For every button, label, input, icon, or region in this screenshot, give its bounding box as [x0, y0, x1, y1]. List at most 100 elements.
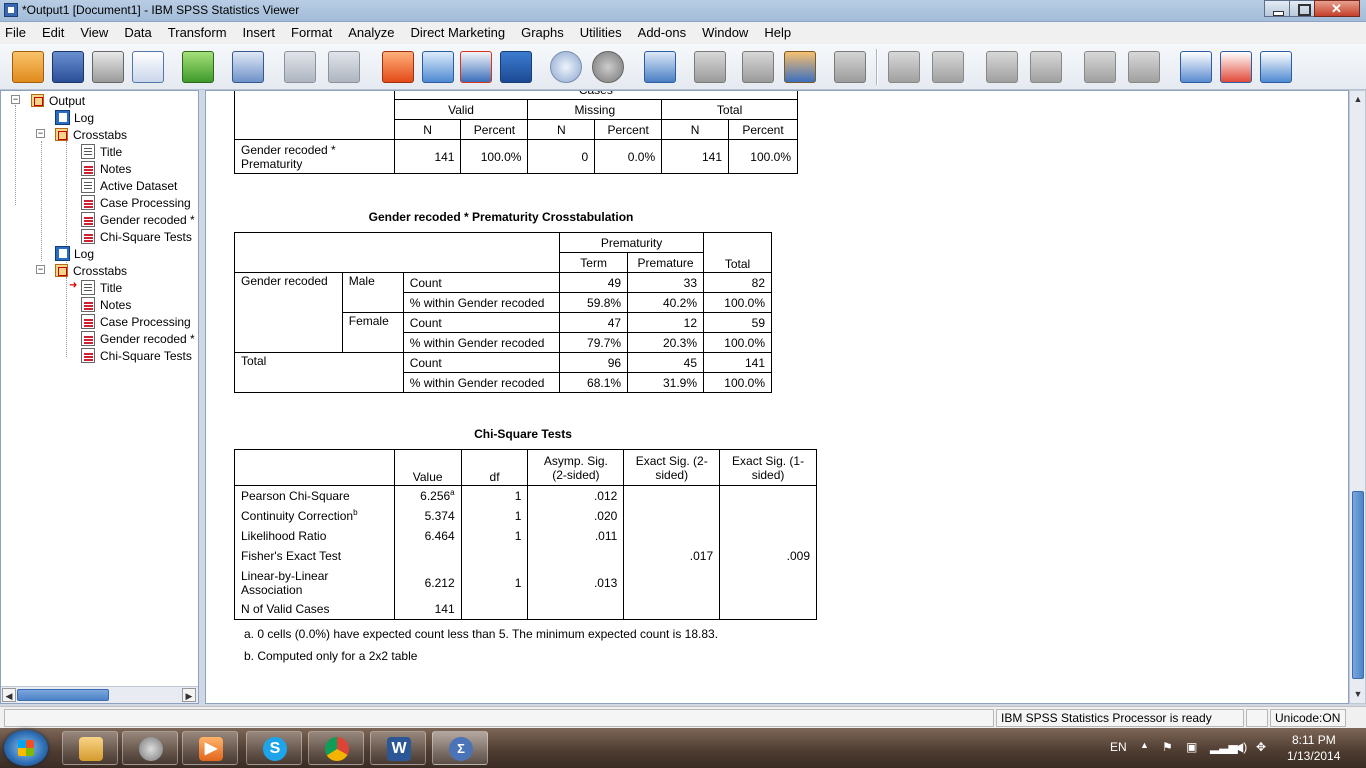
tree-log-1[interactable]: Log	[55, 109, 94, 126]
word-icon: W	[387, 737, 411, 761]
device-icon[interactable]: ▣	[1186, 740, 1197, 754]
scripting-icon[interactable]	[644, 51, 676, 83]
scroll-left-arrow-icon[interactable]: ◀	[2, 688, 16, 702]
menu-data[interactable]: Data	[116, 22, 159, 44]
goto-case-icon[interactable]	[382, 51, 414, 83]
ct-male-label: Male	[341, 272, 404, 313]
insert-title-icon[interactable]	[1220, 51, 1252, 83]
collapse-icon[interactable]	[1030, 51, 1062, 83]
menu-direct-marketing[interactable]: Direct Marketing	[402, 22, 513, 44]
close-button[interactable]	[1314, 0, 1360, 17]
current-item-arrow-icon: ➜	[69, 280, 78, 291]
tree-c1-case-processing[interactable]: Case Processing	[81, 194, 191, 211]
tree-c1-active-dataset[interactable]: Active Dataset	[81, 177, 177, 194]
open-icon[interactable]	[12, 51, 44, 83]
ct-stat-label: % within Gender recoded	[402, 292, 561, 313]
menu-edit[interactable]: Edit	[34, 22, 72, 44]
tree-crosstabs-1[interactable]: Crosstabs	[55, 126, 127, 143]
expand-icon[interactable]	[986, 51, 1018, 83]
outline-promote-icon[interactable]	[694, 51, 726, 83]
taskbar-spss[interactable]: Σ	[432, 731, 488, 765]
outline-demote-icon[interactable]	[742, 51, 774, 83]
volume-icon[interactable]: ◀)	[1234, 740, 1247, 754]
back-icon[interactable]	[888, 51, 920, 83]
save-icon[interactable]	[52, 51, 84, 83]
menu-view[interactable]: View	[72, 22, 116, 44]
cs-cell: .013	[527, 565, 625, 600]
scroll-thumb[interactable]	[1352, 491, 1364, 679]
action-center-icon[interactable]: ⚑	[1162, 740, 1173, 754]
tree-c2-chi-square[interactable]: Chi-Square Tests	[81, 347, 192, 364]
outline-collapse-icon[interactable]	[834, 51, 866, 83]
content-vscrollbar[interactable]: ▲ ▼	[1349, 90, 1366, 704]
tree-c2-notes[interactable]: Notes	[81, 296, 131, 313]
tree-c2-title[interactable]: Title	[81, 279, 122, 296]
menu-utilities[interactable]: Utilities	[572, 22, 630, 44]
taskbar-skype[interactable]: S	[246, 731, 302, 765]
scroll-down-arrow-icon[interactable]: ▼	[1351, 687, 1365, 701]
cs-exact2-header: Exact Sig. (2- sided)	[623, 449, 721, 486]
menu-help[interactable]: Help	[756, 22, 799, 44]
clock-date[interactable]: 1/13/2014	[1287, 749, 1340, 763]
menu-insert[interactable]: Insert	[235, 22, 284, 44]
variables-icon[interactable]	[460, 51, 492, 83]
export-icon[interactable]	[182, 51, 214, 83]
maximize-button[interactable]	[1289, 0, 1315, 17]
taskbar-explorer[interactable]	[62, 731, 118, 765]
tree-c1-notes[interactable]: Notes	[81, 160, 131, 177]
sync-icon[interactable]: ✥	[1256, 740, 1266, 754]
scroll-thumb[interactable]	[17, 689, 109, 701]
tree-c1-title[interactable]: Title	[81, 143, 122, 160]
tree-crosstabs-2[interactable]: Crosstabs	[55, 262, 127, 279]
tree-c1-gender-recoded[interactable]: Gender recoded *	[81, 211, 195, 228]
collapse-toggle[interactable]: −	[11, 95, 20, 104]
outline-expand-icon[interactable]	[784, 51, 816, 83]
tree-output[interactable]: Output	[31, 92, 85, 109]
crosstabs-book-icon	[55, 264, 68, 277]
cs-row-label: Pearson Chi-Square	[234, 485, 395, 506]
menu-transform[interactable]: Transform	[160, 22, 235, 44]
menu-window[interactable]: Window	[694, 22, 756, 44]
clock-time[interactable]: 8:11 PM	[1292, 733, 1336, 747]
redo-icon[interactable]	[328, 51, 360, 83]
tree-c2-case-processing[interactable]: Case Processing	[81, 313, 191, 330]
show-all-variables-icon[interactable]	[592, 51, 624, 83]
forward-icon[interactable]	[932, 51, 964, 83]
select-cases-icon[interactable]	[500, 51, 532, 83]
menu-format[interactable]: Format	[283, 22, 340, 44]
show-icon[interactable]	[1084, 51, 1116, 83]
taskbar-word[interactable]: W	[370, 731, 426, 765]
hide-icon[interactable]	[1128, 51, 1160, 83]
taskbar-app[interactable]	[122, 731, 178, 765]
insert-heading-icon[interactable]	[1180, 51, 1212, 83]
print-icon[interactable]	[92, 51, 124, 83]
show-hidden-icons-icon[interactable]: ▲	[1140, 740, 1149, 750]
taskbar-chrome[interactable]	[308, 731, 364, 765]
cs-df-header: df	[460, 449, 529, 486]
menu-graphs[interactable]: Graphs	[513, 22, 572, 44]
taskbar-media[interactable]: ▶	[182, 731, 238, 765]
cs-row-label: Linear-by-Linear Association	[234, 565, 395, 600]
goto-variable-icon[interactable]	[422, 51, 454, 83]
tree-log-2[interactable]: Log	[55, 245, 94, 262]
menu-analyze[interactable]: Analyze	[340, 22, 402, 44]
folder-icon	[79, 737, 103, 761]
scroll-right-arrow-icon[interactable]: ▶	[182, 688, 196, 702]
tree-c1-chi-square[interactable]: Chi-Square Tests	[81, 228, 192, 245]
menu-add-ons[interactable]: Add-ons	[630, 22, 694, 44]
scroll-up-arrow-icon[interactable]: ▲	[1351, 92, 1365, 106]
insert-text-icon[interactable]	[1260, 51, 1292, 83]
outline-hscrollbar[interactable]: ◀ ▶	[1, 686, 198, 703]
designate-window-icon[interactable]	[550, 51, 582, 83]
cs-cell: 6.212	[393, 565, 462, 600]
collapse-toggle[interactable]: −	[36, 265, 45, 274]
print-preview-icon[interactable]	[132, 51, 164, 83]
recall-dialog-icon[interactable]	[232, 51, 264, 83]
language-indicator[interactable]: EN	[1110, 740, 1127, 754]
menu-file[interactable]: File	[0, 22, 34, 44]
start-button[interactable]	[4, 730, 48, 766]
undo-icon[interactable]	[284, 51, 316, 83]
tree-c2-gender-recoded[interactable]: Gender recoded *	[81, 330, 195, 347]
minimize-button[interactable]	[1264, 0, 1290, 17]
collapse-toggle[interactable]: −	[36, 129, 45, 138]
